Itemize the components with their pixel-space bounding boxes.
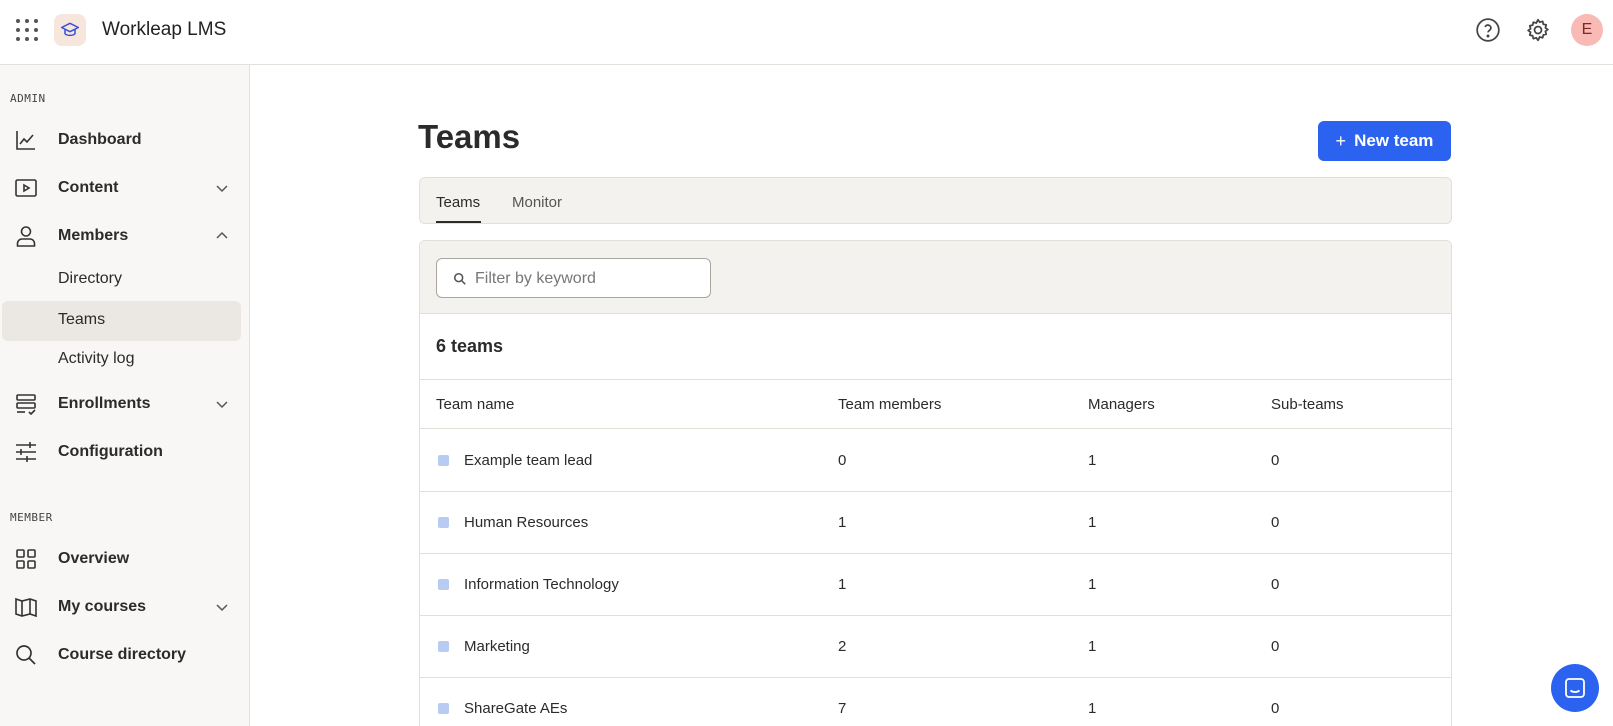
team-members-count: 7 bbox=[838, 700, 847, 717]
open-book-icon bbox=[15, 597, 37, 618]
grid-squares-icon bbox=[16, 549, 36, 569]
chat-icon bbox=[1565, 678, 1585, 698]
sidebar-item-label: Teams bbox=[58, 311, 106, 328]
sub-teams-count: 0 bbox=[1271, 514, 1280, 531]
sidebar-item-overview[interactable]: Overview bbox=[4, 539, 240, 579]
sidebar-item-teams[interactable]: Teams bbox=[2, 301, 241, 341]
column-header-sub-teams[interactable]: Sub-teams bbox=[1271, 396, 1344, 413]
search-field[interactable] bbox=[436, 258, 711, 298]
table-row[interactable]: Example team lead 0 1 0 bbox=[420, 430, 1451, 492]
app-title: Workleap LMS bbox=[102, 19, 227, 40]
managers-count: 1 bbox=[1088, 514, 1097, 531]
sidebar-item-label: Course directory bbox=[58, 646, 187, 663]
table-row[interactable]: Marketing 2 1 0 bbox=[420, 616, 1451, 678]
page-title: Teams bbox=[418, 118, 521, 155]
graduation-cap-icon[interactable] bbox=[54, 14, 86, 46]
settings-gear-icon[interactable] bbox=[1522, 14, 1554, 46]
sidebar-item-label: Directory bbox=[58, 270, 123, 287]
sidebar-item-course-directory[interactable]: Course directory bbox=[4, 635, 240, 675]
sidebar-item-label: Enrollments bbox=[58, 395, 151, 412]
sidebar-item-label: Overview bbox=[58, 550, 130, 567]
sidebar-item-label: Dashboard bbox=[58, 131, 142, 148]
team-members-count: 2 bbox=[838, 638, 847, 655]
table-row[interactable]: Human Resources 1 1 0 bbox=[420, 492, 1451, 554]
teams-panel: 6 teams Team name Team members Managers … bbox=[419, 240, 1452, 726]
chevron-down-icon bbox=[216, 401, 228, 409]
tab-teams[interactable]: Teams bbox=[436, 194, 480, 211]
sidebar-item-label: Members bbox=[58, 227, 129, 244]
search-icon bbox=[16, 645, 36, 665]
sidebar-item-my-courses[interactable]: My courses bbox=[4, 587, 240, 627]
managers-count: 1 bbox=[1088, 638, 1097, 655]
team-color-dot bbox=[438, 641, 449, 652]
column-header-team-members[interactable]: Team members bbox=[838, 396, 941, 413]
new-team-button-label: New team bbox=[1354, 131, 1434, 150]
admin-section-label: ADMIN bbox=[10, 92, 46, 105]
sidebar-item-configuration[interactable]: Configuration bbox=[4, 432, 240, 472]
team-members-count: 0 bbox=[838, 452, 847, 469]
team-name[interactable]: Example team lead bbox=[464, 452, 592, 469]
managers-count: 1 bbox=[1088, 452, 1097, 469]
sidebar-item-label: My courses bbox=[58, 598, 147, 615]
column-header-team-name[interactable]: Team name bbox=[436, 396, 514, 413]
sub-teams-count: 0 bbox=[1271, 700, 1280, 717]
team-members-count: 1 bbox=[838, 576, 847, 593]
tab-monitor[interactable]: Monitor bbox=[512, 194, 562, 211]
video-play-icon bbox=[15, 179, 37, 197]
team-color-dot bbox=[438, 703, 449, 714]
person-icon bbox=[16, 226, 36, 247]
active-tab-indicator bbox=[436, 221, 481, 223]
sub-teams-count: 0 bbox=[1271, 452, 1280, 469]
help-icon[interactable] bbox=[1472, 14, 1504, 46]
line-chart-icon bbox=[16, 131, 35, 150]
sidebar-item-activity-log[interactable]: Activity log bbox=[2, 340, 241, 380]
filter-area bbox=[420, 241, 1451, 314]
chevron-down-icon bbox=[216, 185, 228, 193]
sidebar-item-label: Configuration bbox=[58, 443, 163, 460]
team-name[interactable]: Human Resources bbox=[464, 514, 588, 531]
team-members-count: 1 bbox=[838, 514, 847, 531]
sliders-icon bbox=[16, 442, 36, 462]
search-input[interactable] bbox=[475, 267, 700, 291]
sidebar-item-directory[interactable]: Directory bbox=[2, 260, 241, 300]
sub-teams-count: 0 bbox=[1271, 638, 1280, 655]
sidebar-item-content[interactable]: Content bbox=[4, 168, 240, 208]
team-color-dot bbox=[438, 579, 449, 590]
sidebar-item-dashboard[interactable]: Dashboard bbox=[4, 120, 240, 160]
sidebar-item-members[interactable]: Members bbox=[4, 216, 240, 256]
sidebar-item-label: Activity log bbox=[58, 350, 135, 367]
team-name[interactable]: ShareGate AEs bbox=[464, 700, 567, 717]
managers-count: 1 bbox=[1088, 576, 1097, 593]
member-section-label: MEMBER bbox=[10, 511, 53, 524]
team-count: 6 teams bbox=[436, 336, 504, 356]
team-name[interactable]: Information Technology bbox=[464, 576, 619, 593]
chevron-up-icon bbox=[216, 231, 228, 239]
list-check-icon bbox=[16, 394, 36, 416]
sub-teams-count: 0 bbox=[1271, 576, 1280, 593]
tab-bar: Teams Monitor bbox=[419, 177, 1452, 224]
team-color-dot bbox=[438, 517, 449, 528]
top-bar: Workleap LMS E bbox=[0, 0, 1613, 65]
table-row[interactable]: Information Technology 1 1 0 bbox=[420, 554, 1451, 616]
sidebar-item-label: Content bbox=[58, 179, 119, 196]
team-color-dot bbox=[438, 455, 449, 466]
plus-icon: + bbox=[1335, 130, 1347, 151]
apps-grid-icon[interactable] bbox=[16, 19, 38, 41]
chevron-down-icon bbox=[216, 604, 228, 612]
search-icon bbox=[453, 272, 466, 285]
team-name[interactable]: Marketing bbox=[464, 638, 530, 655]
table-row[interactable]: ShareGate AEs 7 1 0 bbox=[420, 678, 1451, 726]
table-header: Team name Team members Managers Sub-team… bbox=[420, 379, 1451, 429]
sidebar: ADMIN Dashboard Content Members Director… bbox=[0, 65, 250, 726]
column-header-managers[interactable]: Managers bbox=[1088, 396, 1155, 413]
user-avatar[interactable]: E bbox=[1571, 14, 1603, 46]
managers-count: 1 bbox=[1088, 700, 1097, 717]
chat-support-button[interactable] bbox=[1551, 664, 1599, 712]
sidebar-item-enrollments[interactable]: Enrollments bbox=[4, 384, 240, 424]
new-team-button[interactable]: + New team bbox=[1318, 121, 1451, 161]
